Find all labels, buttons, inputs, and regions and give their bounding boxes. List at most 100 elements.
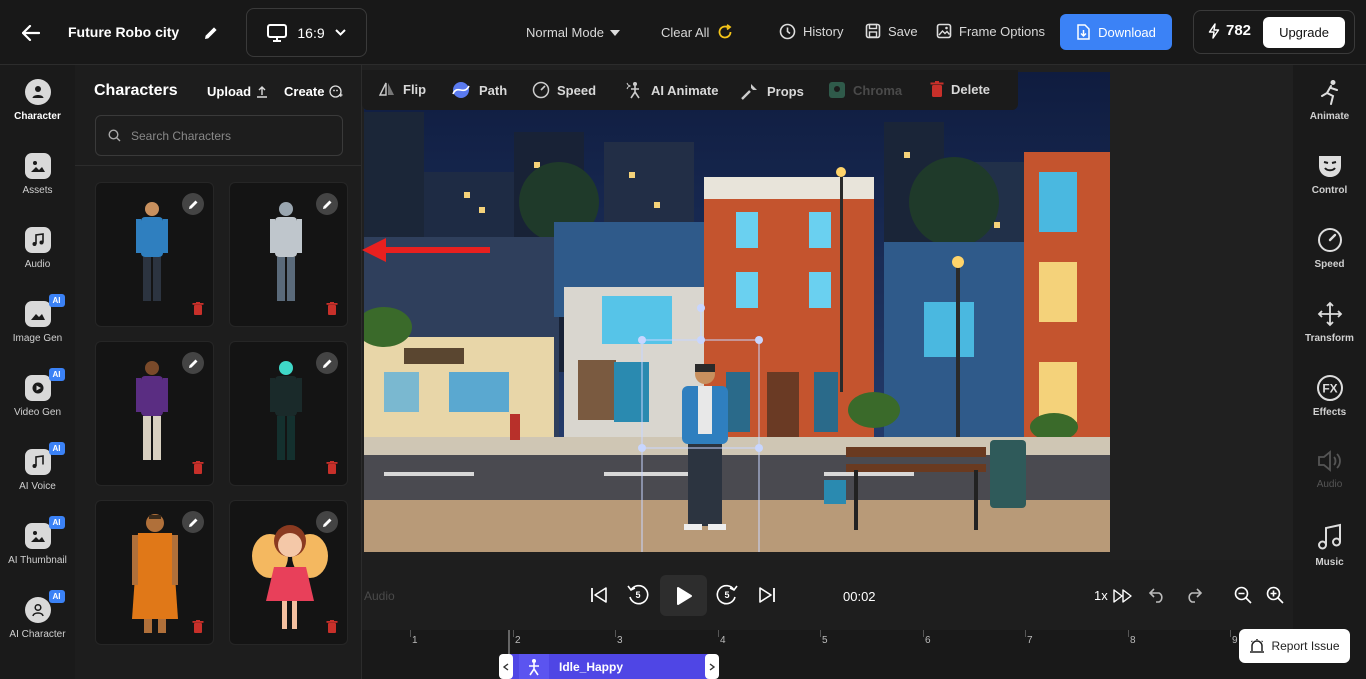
edit-character-button[interactable] (182, 193, 204, 215)
rail-label: AI Voice (19, 481, 56, 492)
pencil-icon (188, 518, 197, 527)
redo-icon (1188, 588, 1203, 603)
character-card-man-blue-jacket[interactable] (95, 182, 214, 327)
rail-item-animate[interactable]: Animate (1293, 79, 1366, 122)
upload-button[interactable]: Upload (207, 84, 268, 99)
rail-item-character[interactable]: Character (0, 79, 75, 122)
edit-character-button[interactable] (316, 352, 338, 374)
credits-counter: 782 (1208, 22, 1251, 39)
delete-character-icon[interactable] (326, 302, 338, 315)
save-button[interactable]: Save (865, 23, 918, 39)
rail-item-audio-right[interactable]: Audio (1293, 449, 1366, 490)
edit-character-button[interactable] (316, 193, 338, 215)
delete-character-icon[interactable] (192, 620, 204, 633)
props-icon (741, 84, 757, 100)
report-issue-button[interactable]: Report Issue (1239, 629, 1350, 663)
speaker-icon (1317, 450, 1341, 472)
forward-5-button[interactable]: 5 (715, 583, 739, 607)
search-input[interactable] (131, 128, 331, 143)
rail-item-ai-thumbnail[interactable]: AI AI Thumbnail (0, 516, 75, 566)
edit-character-button[interactable] (316, 511, 338, 533)
skip-to-end-button[interactable] (756, 584, 778, 606)
history-button[interactable]: History (779, 23, 843, 40)
clip-right-handle[interactable] (705, 654, 719, 679)
clip-left-handle[interactable] (499, 654, 513, 679)
path-button[interactable]: Path (450, 81, 507, 99)
playback-speed-button[interactable]: 1x (1094, 588, 1133, 603)
credits-value: 782 (1226, 22, 1252, 39)
rail-item-ai-character[interactable]: AI AI Character (0, 590, 75, 640)
canvas-toolbar: Flip Path Speed AI Animate Props Chroma … (362, 70, 1018, 110)
thumbnail-icon: AI (24, 516, 65, 549)
back-button[interactable] (18, 20, 44, 46)
aspect-ratio-select[interactable]: 16:9 (246, 8, 367, 57)
rail-item-ai-voice[interactable]: AI AI Voice (0, 442, 75, 492)
delete-character-icon[interactable] (192, 302, 204, 315)
ai-badge: AI (48, 294, 65, 307)
selected-character[interactable] (682, 364, 728, 530)
aspect-ratio-value: 16:9 (297, 24, 325, 41)
rail-item-effects[interactable]: FX Effects (1293, 375, 1366, 418)
rail-item-audio[interactable]: Audio (0, 227, 75, 270)
frame-options-button[interactable]: Frame Options (936, 23, 1045, 39)
frame-icon (936, 23, 952, 39)
rail-item-video-gen[interactable]: AI Video Gen (0, 368, 75, 418)
rail-item-control[interactable]: Control (1293, 153, 1366, 196)
flip-button[interactable]: Flip (378, 81, 426, 97)
move-arrows-icon (1317, 301, 1342, 327)
rail-item-image-gen[interactable]: AI Image Gen (0, 294, 75, 344)
timeline-clip[interactable]: Idle_Happy (499, 654, 719, 679)
mode-select[interactable]: Normal Mode (526, 25, 621, 40)
panel-divider (75, 165, 361, 166)
chroma-label: Chroma (853, 82, 903, 98)
rail-item-transform[interactable]: Transform (1293, 301, 1366, 344)
pencil-icon (188, 359, 197, 368)
upload-label: Upload (207, 84, 252, 99)
clear-all-button[interactable]: Clear All (661, 24, 733, 40)
rename-button[interactable] (200, 22, 222, 44)
zoom-out-button[interactable] (1232, 584, 1254, 606)
redo-button[interactable] (1184, 585, 1204, 605)
character-card-robot-silver[interactable] (229, 182, 348, 327)
pencil-icon (205, 27, 217, 39)
character-card-monk-orange-robe[interactable] (95, 500, 214, 645)
download-button[interactable]: Download (1060, 14, 1172, 50)
search-icon (108, 129, 121, 142)
speed-label: Speed (557, 82, 597, 98)
character-card-man-purple-kurta[interactable] (95, 341, 214, 486)
caret-down-icon (610, 29, 621, 36)
zoom-in-button[interactable] (1264, 584, 1286, 606)
current-time: 00:02 (843, 589, 876, 604)
scene-canvas[interactable] (364, 72, 1110, 552)
pencil-icon (322, 200, 331, 209)
upgrade-button[interactable]: Upgrade (1263, 17, 1345, 48)
speed-button[interactable]: Speed (532, 81, 596, 99)
ai-animate-button[interactable]: AI Animate (626, 81, 718, 99)
ruler-tick (1025, 630, 1026, 637)
delete-character-icon[interactable] (326, 620, 338, 633)
delete-character-icon[interactable] (192, 461, 204, 474)
rail-item-assets[interactable]: Assets (0, 153, 75, 196)
skip-to-start-button[interactable] (588, 584, 610, 606)
create-button[interactable]: Create (284, 84, 343, 99)
character-card-fairy-pink[interactable] (229, 500, 348, 645)
edit-character-button[interactable] (182, 352, 204, 374)
rewind-5-button[interactable]: 5 (626, 583, 650, 607)
history-label: History (803, 24, 844, 39)
rail-item-music[interactable]: Music (1293, 523, 1366, 568)
rail-item-speed[interactable]: Speed (1293, 227, 1366, 270)
project-title[interactable]: Future Robo city (68, 24, 179, 40)
edit-character-button[interactable] (182, 511, 204, 533)
chroma-button[interactable]: Chroma (828, 81, 902, 99)
props-button[interactable]: Props (740, 81, 804, 101)
delete-label: Delete (951, 82, 991, 97)
delete-character-icon[interactable] (326, 461, 338, 474)
play-button[interactable] (660, 575, 707, 616)
playhead[interactable] (508, 630, 510, 656)
monitor-icon (267, 23, 288, 42)
undo-button[interactable] (1147, 585, 1167, 605)
character-card-skeleton-cyan-suit[interactable] (229, 341, 348, 486)
delete-button[interactable]: Delete (930, 81, 990, 98)
rail-label: Music (1315, 557, 1344, 568)
search-field[interactable] (95, 115, 343, 156)
